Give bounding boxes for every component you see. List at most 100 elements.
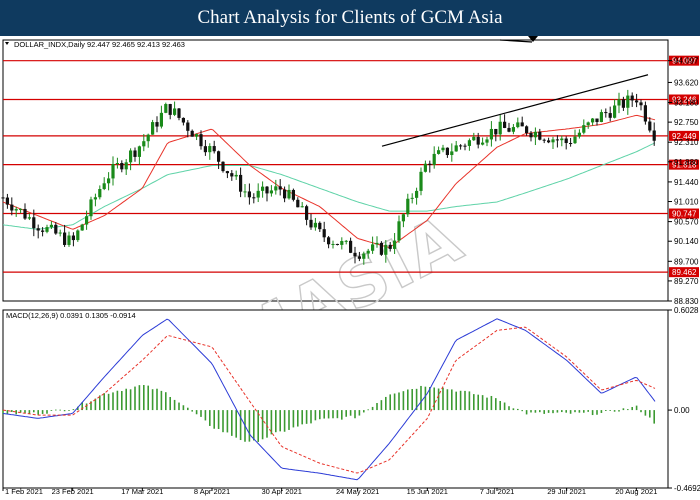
candle-body <box>45 227 49 232</box>
macd-hist-bar <box>200 410 202 417</box>
macd-hist-bar <box>635 405 638 411</box>
candle-body <box>428 163 432 165</box>
candle-body <box>5 197 9 205</box>
candle-body <box>415 190 419 198</box>
macd-hist-bar <box>371 406 374 411</box>
macd-tick-label: 0.00 <box>674 406 690 415</box>
candle-body <box>27 217 31 219</box>
candle-body <box>36 228 40 231</box>
candle-body <box>591 118 595 123</box>
candle-body <box>604 112 608 114</box>
candle-body <box>516 122 520 128</box>
candle-body <box>243 191 247 193</box>
candle-body <box>538 131 542 140</box>
candle-body <box>410 197 414 199</box>
macd-hist-bar <box>437 388 440 411</box>
macd-hist-bar <box>631 407 633 411</box>
candle-body <box>234 174 238 177</box>
macd-hist-bar <box>24 410 26 413</box>
candle-body <box>406 198 410 215</box>
macd-hist-bar <box>389 394 391 411</box>
date-tick-label: 1 Feb 2021 <box>5 487 43 496</box>
candle-body <box>555 139 559 141</box>
candle-body <box>621 99 625 108</box>
candle-body <box>291 189 295 200</box>
candle-body <box>151 122 155 135</box>
macd-hist-bar <box>266 410 268 438</box>
symbol-info: DOLLAR_INDX,Daily 92.447 92.465 92.413 9… <box>14 40 185 49</box>
macd-hist-bar <box>503 402 506 411</box>
candle-body <box>124 162 128 170</box>
candle-body <box>349 240 353 253</box>
macd-hist-bar <box>134 386 136 411</box>
macd-hist-bar <box>464 390 466 411</box>
candle-body <box>551 139 555 143</box>
price-tick-label: 93.620 <box>674 78 699 87</box>
macd-hist-bar <box>521 410 523 412</box>
candle-body <box>397 221 401 241</box>
candle-body <box>247 191 251 198</box>
price-tick-label: 89.700 <box>674 257 699 266</box>
candle-body <box>120 163 124 170</box>
candle-body <box>49 224 53 228</box>
macd-hist-bar <box>477 394 479 411</box>
candle-body <box>85 216 89 225</box>
macd-hist-bar <box>50 410 53 411</box>
macd-info: MACD(12,26,9) 0.0391 0.1305 -0.0914 <box>6 311 136 320</box>
level-label: 89.462 <box>672 268 697 277</box>
macd-hist-bar <box>565 410 567 413</box>
macd-hist-bar <box>556 410 559 413</box>
macd-hist-bar <box>627 409 629 411</box>
macd-hist-bar <box>613 410 616 412</box>
macd-hist-bar <box>319 410 321 420</box>
candle-body <box>375 242 379 245</box>
candle-body <box>613 105 617 118</box>
candle-body <box>366 250 370 254</box>
candle-body <box>80 224 84 231</box>
candle-body <box>560 138 564 141</box>
macd-hist-bar <box>376 403 378 411</box>
macd-plot-area <box>2 309 669 489</box>
candle-body <box>19 208 23 210</box>
candle-body <box>300 206 304 208</box>
candle-body <box>129 150 133 163</box>
macd-hist-bar <box>222 410 224 433</box>
candle-body <box>463 145 467 147</box>
candle-body <box>529 133 533 138</box>
candle-body <box>344 240 348 242</box>
macd-hist-bar <box>33 410 35 413</box>
candle-body <box>225 171 229 174</box>
macd-hist-bar <box>160 390 163 411</box>
macd-hist-bar <box>495 398 497 411</box>
candle-body <box>577 132 581 137</box>
macd-hist-bar <box>261 410 264 440</box>
candle-body <box>67 235 71 245</box>
candle-body <box>318 222 322 230</box>
macd-hist-bar <box>587 410 589 412</box>
macd-hist-bar <box>112 392 114 411</box>
candle-body <box>14 209 18 211</box>
macd-hist-bar <box>129 389 132 411</box>
macd-hist-bar <box>143 385 145 411</box>
macd-hist-bar <box>173 399 176 411</box>
candle-body <box>459 145 463 147</box>
date-tick-label: 7 Jul 2021 <box>480 487 515 496</box>
date-tick-label: 29 Jul 2021 <box>547 487 586 496</box>
candle-body <box>481 142 485 145</box>
date-tick-label: 15 Jun 2021 <box>407 487 448 496</box>
candle-body <box>371 244 375 251</box>
macd-hist-bar <box>28 410 31 414</box>
macd-hist-bar <box>609 410 611 411</box>
macd-hist-bar <box>178 402 180 411</box>
candle-body <box>608 113 612 118</box>
macd-hist-bar <box>11 410 13 412</box>
macd-hist-bar <box>72 409 75 411</box>
macd-hist-bar <box>332 410 334 419</box>
candle-body <box>569 143 573 145</box>
price-tick-label: 90.140 <box>674 237 699 246</box>
candle-body <box>265 186 269 194</box>
candle-body <box>102 183 106 190</box>
candle-body <box>313 222 317 228</box>
macd-hist-bar <box>433 387 435 411</box>
macd-hist-bar <box>204 410 207 421</box>
